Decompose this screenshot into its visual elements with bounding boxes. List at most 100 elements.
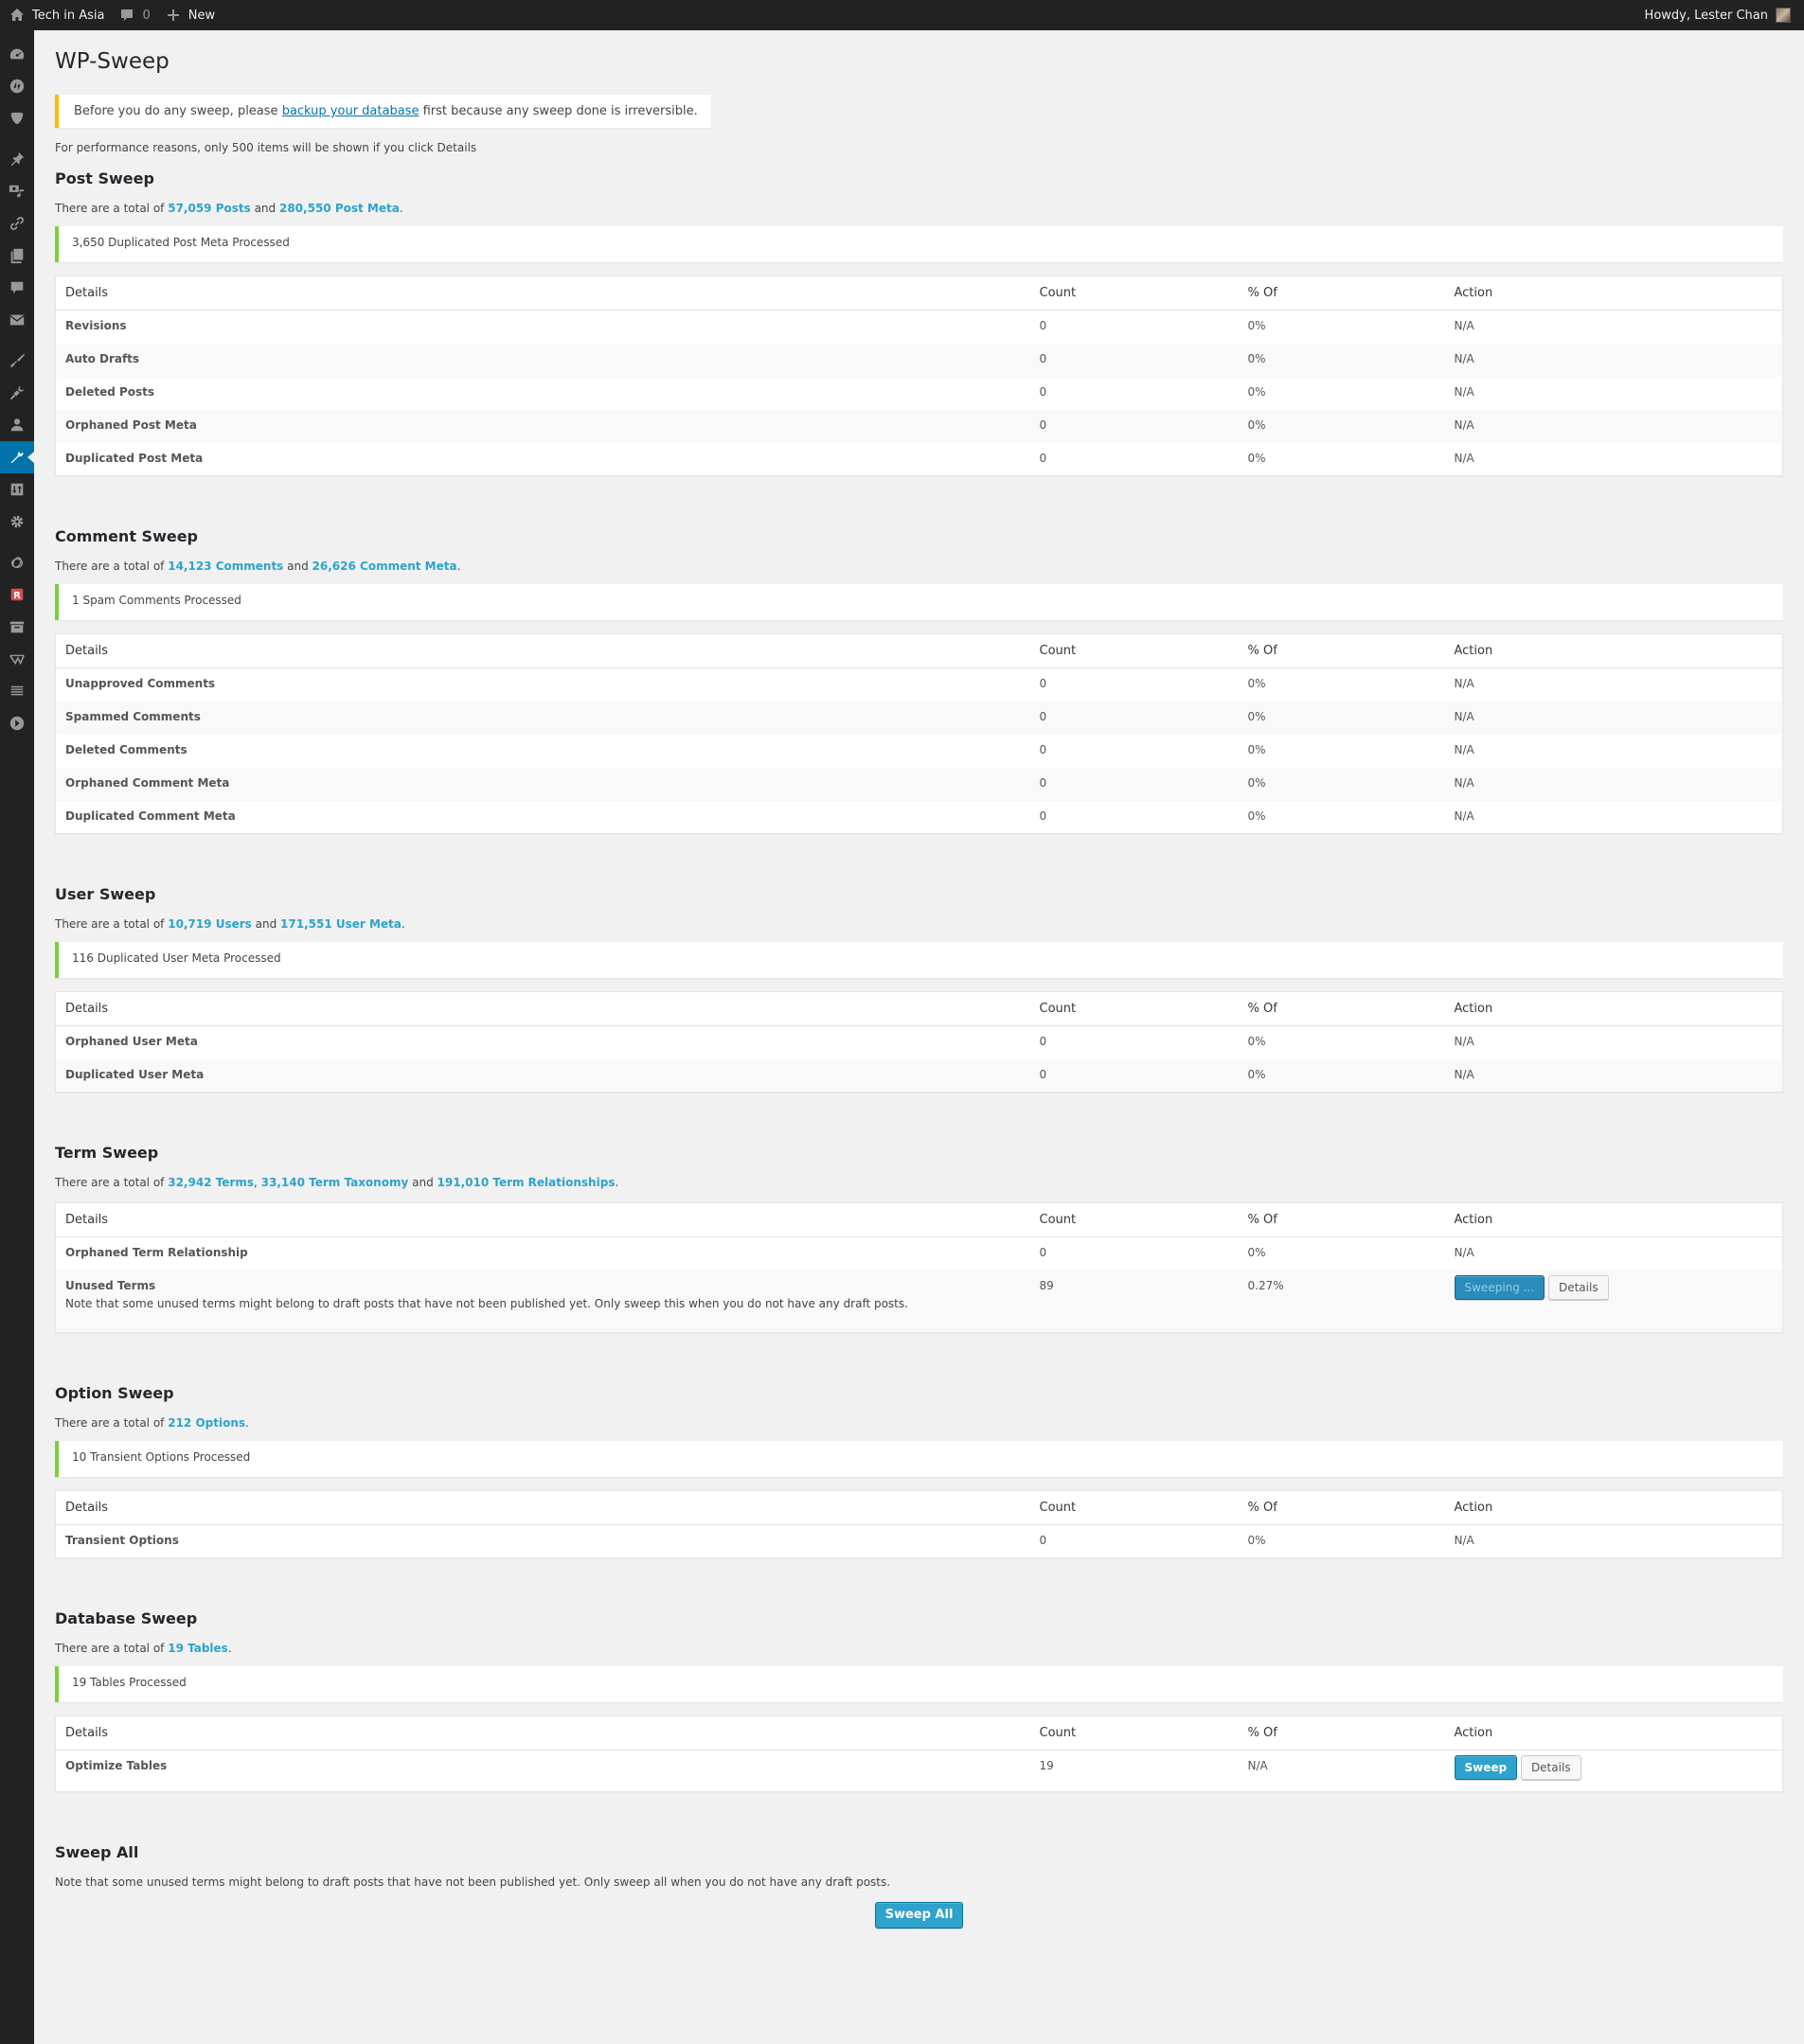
header-count: Count — [1029, 1490, 1239, 1525]
appearance-brush-icon — [9, 353, 26, 368]
section-title: Comment Sweep — [55, 527, 198, 545]
menu-dashboard[interactable] — [0, 38, 34, 70]
tables-total-link[interactable]: 19 Tables — [168, 1642, 228, 1655]
totals-mid: and — [251, 917, 281, 931]
totals-mid: and — [408, 1176, 438, 1189]
row-count: 0 — [1039, 319, 1047, 332]
menu-list[interactable] — [0, 675, 34, 707]
table-row: Auto Drafts 0 0% N/A — [55, 343, 1783, 377]
sweep-all-button[interactable]: Sweep All — [874, 1902, 964, 1928]
header-action: Action — [1444, 633, 1783, 668]
details-button[interactable]: Details — [1547, 1274, 1609, 1300]
row-action: N/A — [1454, 319, 1474, 332]
section-title: Option Sweep — [55, 1384, 174, 1402]
row-label: Duplicated User Meta — [55, 1058, 1030, 1093]
menu-comments[interactable] — [0, 272, 34, 304]
menu-plugin-swirl[interactable] — [0, 546, 34, 578]
row-count: 0 — [1039, 742, 1047, 756]
section-title: Term Sweep — [55, 1144, 159, 1162]
row-count: 0 — [1039, 1035, 1047, 1048]
site-name-link[interactable]: Tech in Asia — [2, 0, 112, 30]
menu-plugin-triangle[interactable] — [0, 643, 34, 675]
totals-text: There are a total of 212 Options. — [55, 1416, 1783, 1430]
section-title: User Sweep — [55, 885, 156, 903]
comments-link[interactable]: 0 — [112, 0, 157, 30]
table-header-row: Details Count % Of Action — [55, 991, 1783, 1026]
sweeping-button[interactable]: Sweeping ... — [1454, 1274, 1545, 1300]
post-meta-total-link[interactable]: 280,550 Post Meta — [279, 202, 400, 215]
row-percent: 0% — [1238, 409, 1445, 443]
success-notice: 1 Spam Comments Processed — [55, 584, 1783, 620]
posts-pin-icon — [10, 151, 25, 167]
row-count: 89 — [1029, 1270, 1239, 1333]
totals-prefix: There are a total of — [55, 917, 169, 931]
menu-tools[interactable] — [0, 441, 34, 473]
header-count: Count — [1029, 991, 1239, 1026]
comment-meta-total-link[interactable]: 26,626 Comment Meta — [313, 560, 457, 573]
options-total-link[interactable]: 212 Options — [168, 1416, 245, 1430]
my-account-link[interactable]: Howdy, Lester Chan — [1637, 0, 1798, 30]
row-percent: 0% — [1247, 1246, 1266, 1259]
sweep-all-note: Note that some unused terms might belong… — [55, 1875, 891, 1889]
menu-mail[interactable] — [0, 304, 34, 336]
menu-jetpack[interactable] — [0, 70, 34, 102]
totals-suffix: . — [227, 1642, 232, 1655]
user-meta-total-link[interactable]: 171,551 User Meta — [280, 917, 402, 931]
header-details: Details — [55, 1490, 1030, 1525]
avatar — [1776, 8, 1791, 23]
row-count: 0 — [1029, 767, 1239, 801]
sweep-button[interactable]: Sweep — [1454, 1755, 1518, 1780]
comments-total-link[interactable]: 14,123 Comments — [168, 560, 283, 573]
table-row: Orphaned Term Relationship 0 0% N/A — [56, 1237, 1783, 1271]
menu-appearance[interactable] — [0, 345, 34, 377]
option-sweep-section: Option Sweep There are a total of 212 Op… — [55, 1382, 1783, 1558]
row-action: N/A — [1454, 451, 1474, 465]
post-sweep-section: Post Sweep There are a total of 57,059 P… — [55, 168, 1783, 476]
header-details: Details — [55, 275, 1030, 311]
menu-posts[interactable] — [0, 143, 34, 175]
menu-settings[interactable] — [0, 506, 34, 538]
menu-pages[interactable] — [0, 240, 34, 272]
totals-prefix: There are a total of — [55, 1416, 169, 1430]
term-relationships-total-link[interactable]: 191,010 Term Relationships — [438, 1176, 616, 1189]
row-label: Orphaned User Meta — [65, 1035, 198, 1048]
menu-plugins[interactable] — [0, 377, 34, 409]
header-count: Count — [1029, 1715, 1239, 1751]
menu-media[interactable] — [0, 175, 34, 207]
menu-links[interactable] — [0, 207, 34, 240]
header-action: Action — [1444, 275, 1783, 311]
menu-users[interactable] — [0, 409, 34, 441]
menu-plugin-r[interactable]: R — [0, 578, 34, 611]
row-label: Orphaned Term Relationship — [65, 1246, 248, 1259]
row-count: 0 — [1039, 384, 1047, 399]
menu-settings-panel[interactable] — [0, 473, 34, 506]
details-button[interactable]: Details — [1520, 1755, 1581, 1780]
row-label: Unused Terms — [65, 1278, 156, 1292]
main-content: WP-Sweep Before you do any sweep, please… — [55, 30, 1783, 1928]
totals-mid: and — [283, 560, 313, 573]
row-label: Revisions — [65, 319, 127, 332]
totals-suffix: . — [245, 1416, 249, 1430]
backup-database-link[interactable]: backup your database — [282, 104, 420, 118]
header-percent: % Of — [1238, 633, 1445, 668]
terms-total-link[interactable]: 32,942 Terms — [168, 1176, 254, 1189]
new-content-link[interactable]: New — [158, 0, 223, 30]
term-sweep-table: Details Count % Of Action Orphaned Term … — [55, 1202, 1783, 1333]
row-count: 0 — [1029, 409, 1239, 443]
menu-archive[interactable] — [0, 611, 34, 643]
admin-bar: Tech in Asia 0 New Howdy, Lester Chan — [0, 0, 1804, 30]
row-percent: 0% — [1247, 384, 1266, 399]
row-percent: 0.27% — [1238, 1270, 1445, 1333]
menu-collapse[interactable] — [0, 707, 34, 739]
settings-gear-icon — [10, 515, 24, 528]
menu-security[interactable] — [0, 102, 34, 134]
comment-sweep-section: Comment Sweep There are a total of 14,12… — [55, 525, 1783, 834]
term-taxonomy-total-link[interactable]: 33,140 Term Taxonomy — [261, 1176, 409, 1189]
row-label: Unapproved Comments — [65, 677, 216, 690]
posts-total-link[interactable]: 57,059 Posts — [168, 202, 251, 215]
table-header-row: Details Count % Of Action — [55, 1715, 1783, 1751]
header-count: Count — [1029, 275, 1239, 311]
users-total-link[interactable]: 10,719 Users — [168, 917, 252, 931]
totals-prefix: There are a total of — [55, 202, 169, 215]
database-sweep-section: Database Sweep There are a total of 19 T… — [55, 1608, 1783, 1792]
